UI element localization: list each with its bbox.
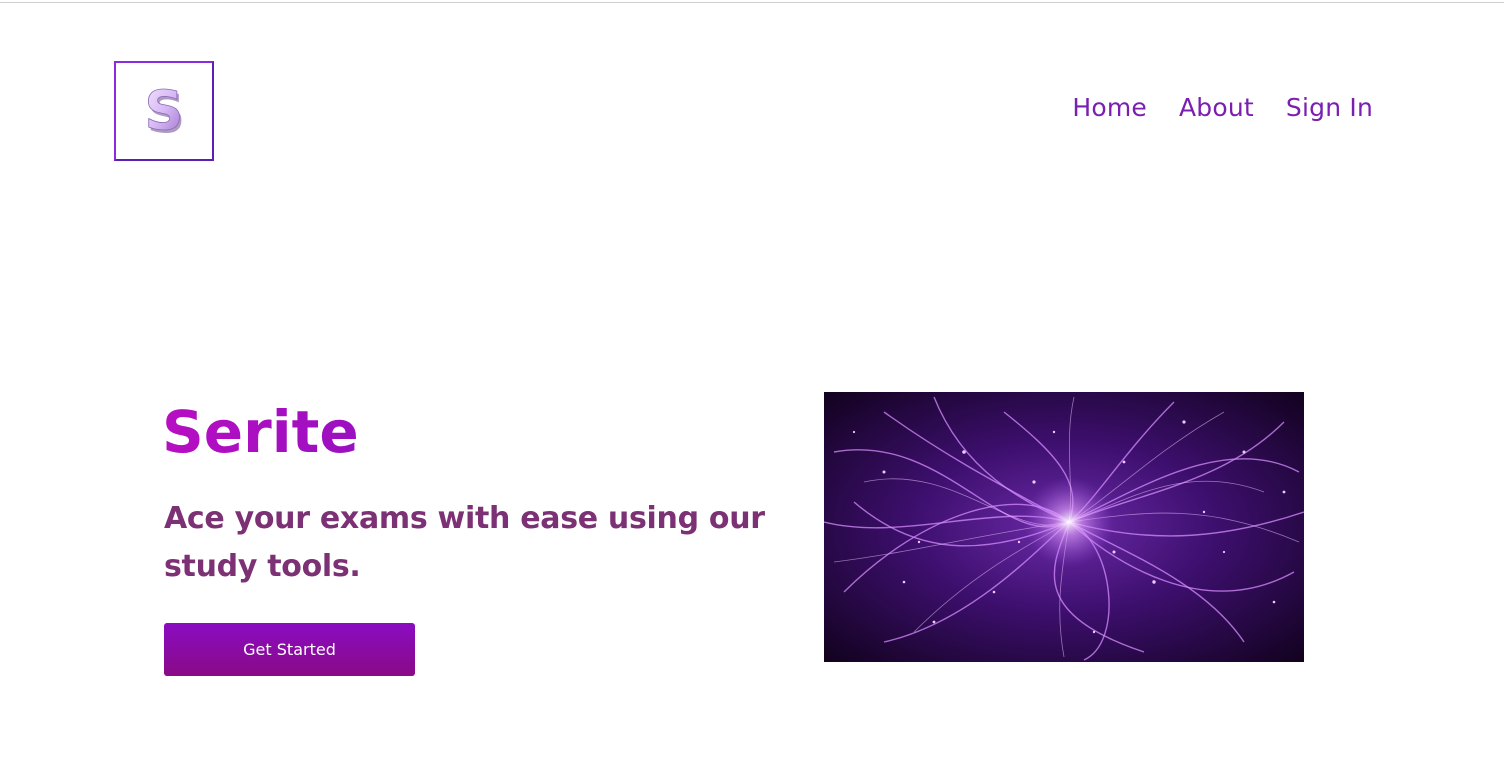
nav-home-link[interactable]: Home	[1072, 90, 1147, 126]
main-nav: Home About Sign In	[1072, 90, 1373, 126]
hero-title: Serite	[162, 394, 359, 470]
landing-page: S S Home About Sign In Serite Ace your e…	[0, 0, 1504, 766]
particle-swirl-image	[824, 392, 1304, 662]
logo-s-icon: S S	[142, 82, 186, 140]
nav-sign-in-link[interactable]: Sign In	[1286, 90, 1373, 126]
svg-text:S: S	[145, 82, 184, 140]
nav-about-link[interactable]: About	[1179, 90, 1254, 126]
top-divider	[0, 2, 1504, 3]
logo-link[interactable]: S S	[114, 61, 214, 161]
hero-subtitle: Ace your exams with ease using our study…	[164, 501, 765, 584]
get-started-button[interactable]: Get Started	[164, 623, 415, 676]
